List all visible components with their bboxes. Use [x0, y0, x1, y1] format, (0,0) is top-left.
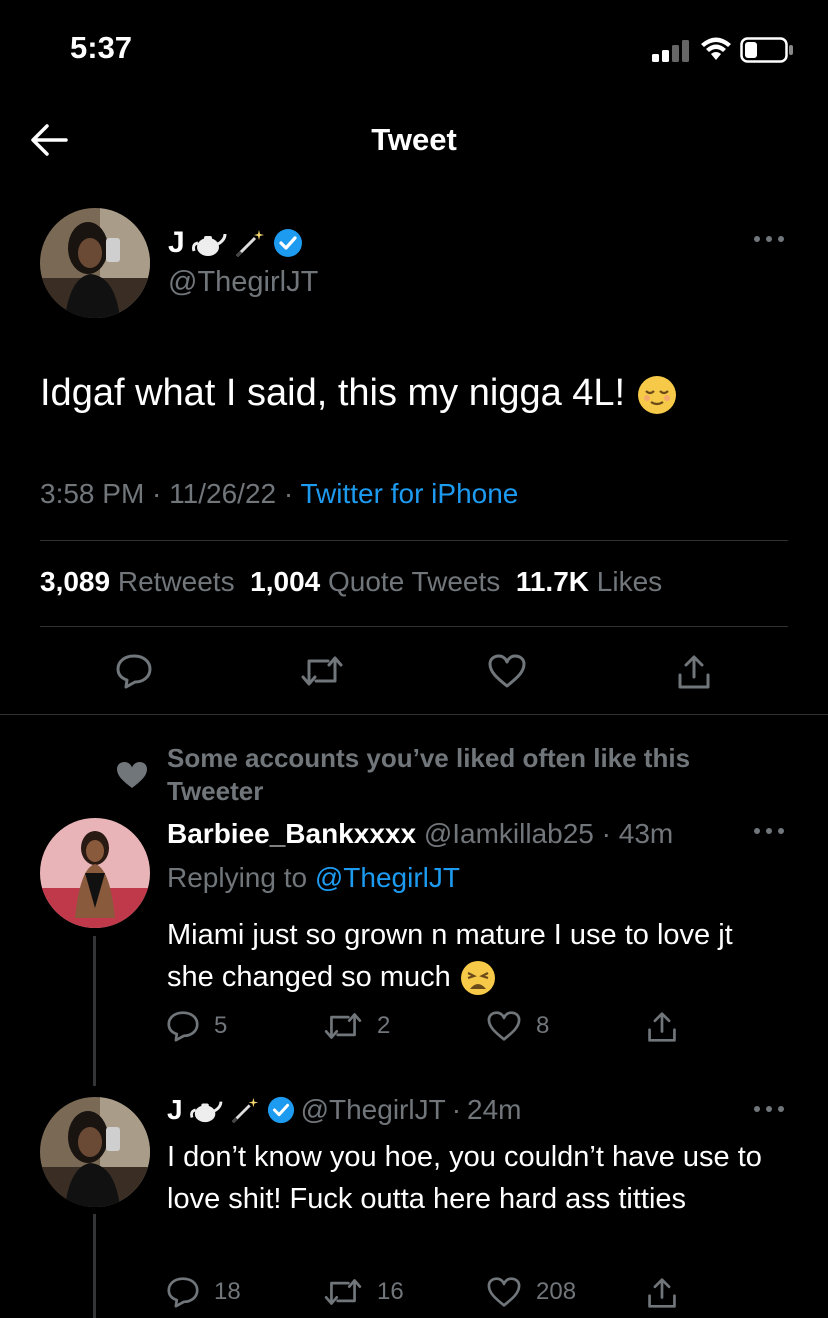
author-handle[interactable]: @ThegirlJT — [168, 266, 318, 299]
relieved-face-emoji-icon — [636, 374, 678, 416]
divider — [40, 540, 788, 541]
verified-badge-icon — [273, 228, 303, 258]
more-options-icon[interactable] — [752, 826, 786, 836]
reply-action[interactable]: 18 — [166, 1276, 241, 1308]
reply-header: J @ThegirlJT · 24m — [167, 1094, 522, 1126]
retweets-stat[interactable]: 3,089 Retweets — [40, 566, 235, 597]
teapot-icon — [191, 228, 227, 258]
tweet-time: 3:58 PM — [40, 478, 145, 509]
tweet-date: 11/26/22 — [169, 478, 277, 509]
like-action[interactable]: 8 — [486, 1010, 549, 1042]
reply-author-handle[interactable]: @Iamkillab25 — [424, 818, 594, 849]
likes-stat[interactable]: 11.7K Likes — [516, 566, 662, 597]
weary-face-emoji-icon — [459, 959, 497, 997]
author-name-text: J — [168, 226, 185, 259]
divider — [0, 714, 828, 715]
status-time: 5:37 — [70, 30, 133, 65]
reply-count: 18 — [214, 1278, 241, 1305]
reply-text: I don’t know you hoe, you couldn’t have … — [167, 1141, 762, 1215]
reply-count: 5 — [214, 1012, 228, 1039]
magic-wand-icon — [229, 1096, 261, 1124]
divider — [40, 626, 788, 627]
teapot-icon — [189, 1096, 223, 1124]
reply-icon[interactable] — [166, 1276, 200, 1308]
reply-icon[interactable] — [166, 1010, 200, 1042]
retweet-count: 2 — [377, 1012, 391, 1039]
share-icon[interactable] — [646, 1276, 678, 1310]
retweet-icon[interactable] — [323, 1276, 363, 1308]
reply-icon[interactable] — [115, 653, 153, 689]
retweet-icon[interactable] — [323, 1010, 363, 1042]
reply-author-name[interactable]: J — [167, 1094, 183, 1126]
retweet-action[interactable]: 2 — [323, 1010, 390, 1042]
reply-text: Miami just so grown n mature I use to lo… — [167, 914, 787, 998]
verified-badge-icon — [267, 1096, 295, 1124]
wifi-icon — [700, 36, 732, 62]
reply-author-name[interactable]: Barbiee_Bankxxxx — [167, 818, 416, 849]
share-icon[interactable] — [676, 653, 712, 691]
quote-tweets-stat[interactable]: 1,004 Quote Tweets — [250, 566, 500, 597]
social-context-text: Some accounts you’ve liked often like th… — [167, 743, 691, 806]
reply-action[interactable]: 5 — [166, 1010, 227, 1042]
like-heart-icon[interactable] — [486, 1276, 522, 1308]
magic-wand-icon — [233, 228, 267, 258]
retweet-action[interactable]: 16 — [323, 1276, 404, 1308]
retweet-count: 16 — [377, 1278, 404, 1305]
like-heart-icon[interactable] — [486, 1010, 522, 1042]
tweet-source-link[interactable]: Twitter for iPhone — [300, 478, 518, 509]
more-options-icon[interactable] — [752, 1104, 786, 1114]
cellular-signal-icon — [652, 40, 692, 62]
separator-dot: · — [451, 1094, 462, 1125]
tweet-text-content: Idgaf what I said, this my nigga 4L! — [40, 372, 626, 414]
reply-author-handle[interactable]: @ThegirlJT — [301, 1094, 446, 1126]
reply-avatar[interactable] — [40, 818, 150, 928]
reply-header: Barbiee_Bankxxxx @Iamkillab25 · 43m — [167, 818, 674, 849]
author-avatar[interactable] — [40, 208, 150, 318]
replying-to-handle[interactable]: @ThegirlJT — [315, 862, 460, 893]
more-options-icon[interactable] — [752, 234, 786, 244]
author-name[interactable]: J — [168, 226, 303, 260]
thread-connector-line — [93, 936, 96, 1086]
page-title: Tweet — [371, 122, 457, 157]
share-icon[interactable] — [646, 1010, 678, 1044]
retweet-icon[interactable] — [300, 653, 344, 689]
like-heart-icon[interactable] — [487, 653, 527, 689]
tweet-text: Idgaf what I said, this my nigga 4L! — [40, 372, 678, 416]
replying-to: Replying to @ThegirlJT — [167, 862, 460, 894]
engagement-stats: 3,089 Retweets 1,004 Quote Tweets 11.7K … — [40, 566, 662, 598]
reply-text-content: Miami just so grown n mature I use to lo… — [167, 919, 733, 993]
heart-filled-icon — [115, 760, 149, 790]
battery-icon — [740, 37, 794, 63]
reply-avatar[interactable] — [40, 1097, 150, 1207]
reply-time: 43m — [618, 818, 674, 849]
tweet-metadata: 3:58 PM · 11/26/22 · Twitter for iPhone — [40, 478, 519, 509]
reply-time: 24m — [467, 1094, 522, 1125]
replying-to-label: Replying to — [167, 862, 308, 893]
like-count: 8 — [536, 1012, 550, 1039]
thread-connector-line — [93, 1214, 96, 1318]
like-count: 208 — [536, 1278, 577, 1305]
like-action[interactable]: 208 — [486, 1276, 576, 1308]
